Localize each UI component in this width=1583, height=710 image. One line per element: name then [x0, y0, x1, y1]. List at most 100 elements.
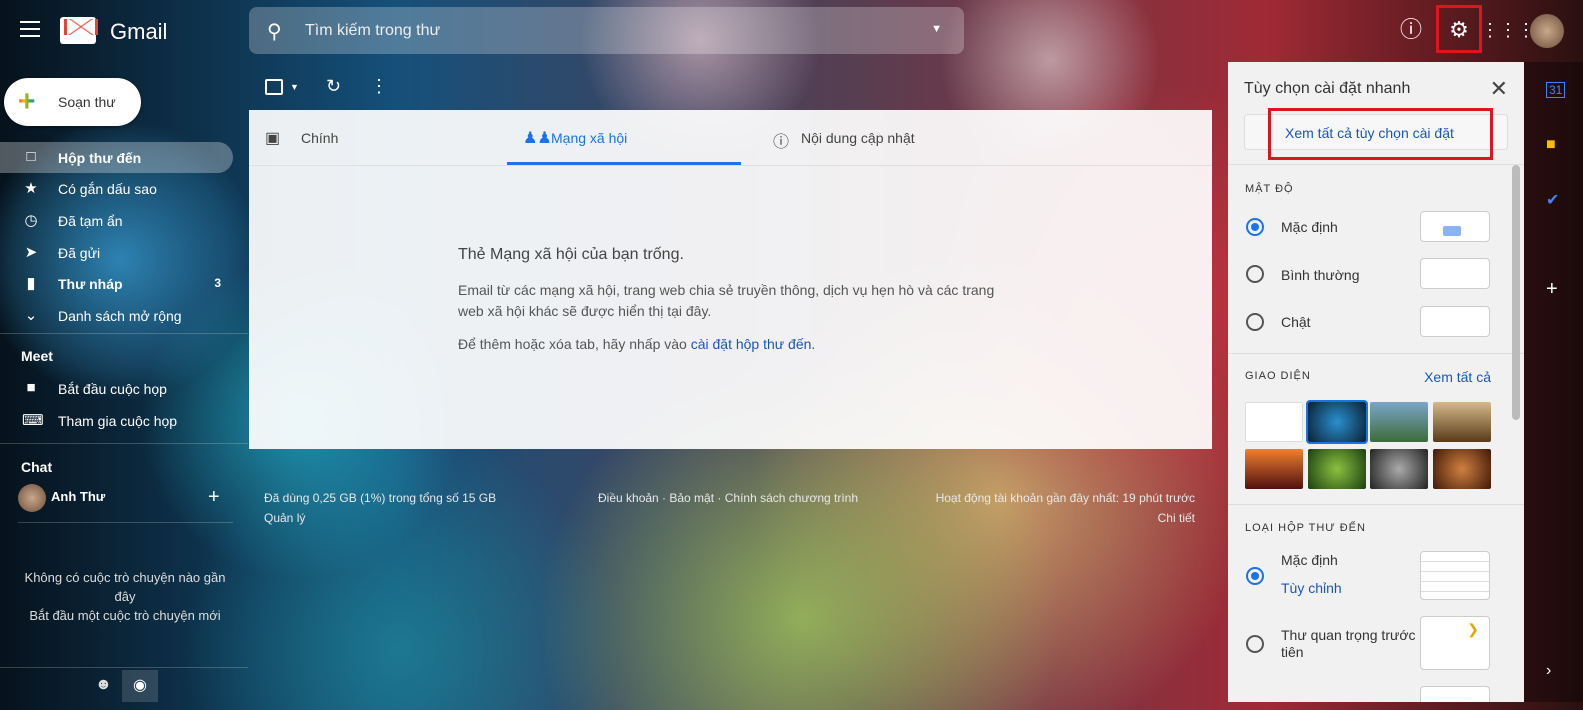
density-comfortable-radio[interactable] [1246, 265, 1264, 283]
search-bar[interactable]: ⚲ Tìm kiếm trong thư ▼ [249, 7, 964, 54]
divider [1228, 504, 1524, 505]
density-comfortable-label[interactable]: Bình thường [1281, 267, 1360, 283]
important-marker-icon: ❯ [1467, 621, 1479, 637]
theme-see-all-link[interactable]: Xem tất cả [1424, 369, 1491, 385]
tab-primary[interactable]: ▣ Chính [249, 110, 507, 165]
side-panel: 31 ■ ✔ + › [1524, 62, 1583, 702]
theme-bubbles[interactable] [1370, 449, 1428, 489]
keep-icon[interactable]: ■ [1546, 136, 1556, 154]
meet-label: Tham gia cuộc họp [58, 413, 178, 429]
people-icon: ♟♟ [523, 130, 552, 147]
empty-body: Email từ các mạng xã hội, trang web chia… [458, 282, 995, 319]
gear-icon[interactable]: ⚙ [1441, 12, 1477, 48]
select-dropdown-icon[interactable]: ▼ [290, 82, 299, 92]
sidebar-item-more[interactable]: ⌄ Danh sách mở rộng [0, 300, 233, 331]
sidebar-item-starred[interactable]: ★ Có gắn dấu sao [0, 173, 233, 204]
density-default-label[interactable]: Mặc định [1281, 219, 1338, 235]
tab-label: Mạng xã hội [551, 130, 628, 146]
message-pane: ▣ Chính ♟♟ Mạng xã hội ⓘ Nội dung cập nhật … [249, 110, 1212, 449]
draft-count: 3 [214, 276, 221, 290]
inbox-customize-link[interactable]: Tùy chỉnh [1281, 580, 1342, 596]
keyboard-icon: ⌨ [22, 412, 44, 429]
meet-join[interactable]: ⌨ Tham gia cuộc họp [0, 405, 233, 436]
account-avatar[interactable] [1530, 14, 1564, 48]
last-activity: Hoạt động tài khoản gần đây nhất: 19 phú… [935, 491, 1195, 505]
tab-social[interactable]: ♟♟ Mạng xã hội [507, 110, 741, 165]
theme-chess[interactable] [1433, 402, 1491, 442]
draft-icon: ▮ [26, 275, 36, 292]
refresh-icon[interactable]: ↻ [326, 76, 341, 97]
person-icon[interactable]: ☻ [95, 676, 112, 694]
manage-storage-link[interactable]: Quản lý [264, 511, 305, 525]
divider [1228, 164, 1524, 165]
compose-button[interactable]: + Soạn thư [4, 78, 141, 126]
tasks-icon[interactable]: ✔ [1546, 190, 1559, 210]
more-options-icon[interactable]: ⋮ [370, 76, 388, 97]
theme-landscape[interactable] [1370, 402, 1428, 442]
density-heading: MẬT ĐỘ [1245, 183, 1294, 195]
meet-label: Bắt đầu cuộc họp [58, 381, 167, 397]
divider [0, 333, 248, 334]
inbox-default-preview [1420, 551, 1490, 600]
gmail-logo-icon[interactable] [60, 17, 98, 44]
density-default-radio[interactable] [1246, 218, 1264, 236]
highlight-box [1268, 108, 1493, 160]
search-icon[interactable]: ⚲ [267, 19, 282, 44]
footer-links[interactable]: Điều khoản · Bảo mật · Chính sách chương… [598, 491, 858, 505]
sidebar-item-snoozed[interactable]: ◷ Đã tạm ẩn [0, 205, 233, 236]
sidebar-item-label: Có gắn dấu sao [58, 181, 157, 197]
chat-bubble-icon[interactable]: ◉ [122, 670, 158, 702]
expand-panel-icon[interactable]: › [1546, 662, 1551, 680]
inbox-default-radio[interactable] [1246, 567, 1264, 585]
theme-sunset[interactable] [1245, 449, 1303, 489]
select-all-checkbox[interactable] [265, 79, 283, 95]
start-chat-link[interactable]: Bắt đầu một cuộc trò chuyện mới [0, 606, 250, 625]
chat-empty-text: Không có cuộc trò chuyện nào gần đây [24, 570, 226, 604]
sidebar-item-drafts[interactable]: ▮ Thư nháp 3 [0, 268, 233, 299]
close-icon[interactable]: ✕ [1490, 76, 1508, 102]
density-default-preview [1420, 211, 1490, 242]
chat-empty-state: Không có cuộc trò chuyện nào gần đây Bắt … [0, 568, 250, 625]
theme-bokeh[interactable] [1306, 400, 1368, 444]
help-icon[interactable]: ⓘ [1393, 12, 1429, 48]
calendar-icon[interactable]: 31 [1546, 82, 1566, 98]
add-chat-icon[interactable]: + [208, 486, 220, 509]
theme-autumn[interactable] [1433, 449, 1491, 489]
inbox-settings-link[interactable]: cài đặt hộp thư đến [691, 336, 812, 352]
theme-leaf[interactable] [1308, 449, 1366, 489]
star-icon: ★ [24, 180, 38, 197]
chat-user-avatar[interactable] [18, 484, 46, 512]
tab-label: Nội dung cập nhật [801, 130, 915, 146]
divider [18, 522, 233, 523]
activity-details-link[interactable]: Chi tiết [1158, 511, 1195, 525]
divider [0, 443, 248, 444]
chat-user-name[interactable]: Anh Thư [51, 489, 105, 504]
inbox-important-radio[interactable] [1246, 635, 1264, 653]
main-menu-icon[interactable] [20, 21, 40, 37]
hint-suffix: . [811, 336, 816, 352]
divider [1228, 353, 1524, 354]
density-compact-label[interactable]: Chật [1281, 314, 1311, 330]
search-options-icon[interactable]: ▼ [931, 23, 942, 35]
tab-updates[interactable]: ⓘ Nội dung cập nhật [757, 110, 1007, 165]
compose-label: Soạn thư [58, 94, 116, 110]
theme-default[interactable] [1245, 402, 1303, 442]
theme-heading: GIAO DIỆN [1245, 370, 1311, 382]
density-compact-radio[interactable] [1246, 313, 1264, 331]
sidebar-item-sent[interactable]: ➤ Đã gửi [0, 237, 233, 268]
quick-settings-scrollbar[interactable] [1512, 165, 1520, 420]
meet-start[interactable]: ■ Bắt đầu cuộc họp [0, 373, 233, 404]
add-addon-icon[interactable]: + [1546, 278, 1558, 301]
brand-name[interactable]: Gmail [110, 19, 167, 45]
plus-icon: + [18, 85, 36, 118]
send-icon: ➤ [24, 244, 38, 261]
info-icon: ⓘ [773, 134, 790, 151]
search-input[interactable]: Tìm kiếm trong thư [305, 22, 440, 40]
apps-icon[interactable]: ⋮⋮⋮ [1481, 12, 1535, 48]
sidebar-item-label: Đã tạm ẩn [58, 213, 123, 229]
inbox-important-label[interactable]: Thư quan trọng trước tiên [1281, 627, 1416, 661]
sidebar-item-label: Hộp thư đến [58, 150, 142, 166]
inbox-default-label[interactable]: Mặc định [1281, 552, 1338, 568]
sidebar-item-inbox[interactable]: □ Hộp thư đến [0, 142, 233, 173]
chat-heading: Chat [21, 459, 53, 475]
